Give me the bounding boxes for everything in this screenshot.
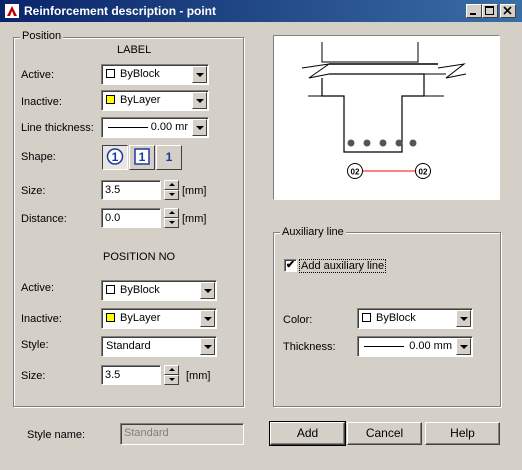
posno-active-value: ByBlock xyxy=(120,284,160,296)
style-name-input: Standard xyxy=(120,423,244,445)
rebar-dots xyxy=(347,139,417,147)
chevron-down-icon[interactable] xyxy=(456,338,471,355)
add-auxiliary-checkbox[interactable]: ✔ xyxy=(284,259,297,272)
add-auxiliary-label[interactable]: Add auxiliary line xyxy=(298,259,387,273)
line-thickness-value: 0.00 mr xyxy=(150,121,188,133)
style-value: Standard xyxy=(106,340,151,352)
aux-thickness-label: Thickness: xyxy=(283,341,336,353)
shape-option-0: 1 xyxy=(112,150,119,164)
circled-number-icon: 1 xyxy=(106,148,124,165)
posno-active-label: Active: xyxy=(21,282,55,294)
distance-spinner[interactable] xyxy=(164,208,179,228)
auxiliary-legend: Auxiliary line xyxy=(280,226,346,238)
line-sample xyxy=(364,346,404,347)
window-title: Reinforcement description - point xyxy=(24,4,217,18)
spin-up-icon[interactable] xyxy=(164,365,179,375)
chevron-down-icon[interactable] xyxy=(200,310,215,327)
chevron-down-icon[interactable] xyxy=(192,119,207,136)
add-button[interactable]: Add xyxy=(269,421,346,446)
cancel-button[interactable]: Cancel xyxy=(347,422,422,445)
inactive-label: Inactive: xyxy=(21,96,62,108)
aux-color-label: Color: xyxy=(283,314,313,326)
spin-down-icon[interactable] xyxy=(164,190,179,200)
shape-option-2: 1 xyxy=(166,150,173,164)
label-header: LABEL xyxy=(117,44,152,56)
distance-unit: [mm] xyxy=(182,213,207,225)
position-no-header: POSITION NO xyxy=(103,251,176,263)
distance-input[interactable]: 0.0 xyxy=(101,208,161,228)
aux-color-select[interactable]: ByBlock xyxy=(357,308,473,329)
posno-size-unit: [mm] xyxy=(186,370,211,382)
size-label: Size: xyxy=(21,185,46,197)
shape-label: Shape: xyxy=(21,151,56,163)
style-select[interactable]: Standard xyxy=(101,336,217,357)
shape-circle-button[interactable]: 1 xyxy=(102,145,128,170)
posno-inactive-select[interactable]: ByLayer xyxy=(101,308,217,329)
boxed-number-icon: 1 xyxy=(134,148,150,165)
line-thickness-label: Line thickness: xyxy=(21,122,94,134)
chevron-down-icon[interactable] xyxy=(192,66,207,83)
posno-active-select[interactable]: ByBlock xyxy=(101,280,217,301)
close-button[interactable] xyxy=(500,4,516,18)
posno-inactive-label: Inactive: xyxy=(21,313,62,325)
chevron-down-icon[interactable] xyxy=(200,282,215,299)
active-value: ByBlock xyxy=(120,68,160,80)
aux-thickness-select[interactable]: 0.00 mm xyxy=(357,336,473,357)
maximize-icon xyxy=(485,6,494,15)
chevron-down-icon[interactable] xyxy=(192,92,207,109)
color-swatch xyxy=(106,69,115,78)
aux-thickness-value: 0.00 mm xyxy=(409,340,452,352)
active-color-select[interactable]: ByBlock xyxy=(101,64,209,85)
active-label: Active: xyxy=(21,69,55,81)
title-bar: Reinforcement description - point xyxy=(0,0,522,22)
shape-box-button[interactable]: 1 xyxy=(129,145,155,170)
position-legend: Position xyxy=(20,30,64,42)
posno-size-input[interactable]: 3.5 xyxy=(101,365,161,385)
maximize-button[interactable] xyxy=(482,4,498,18)
aux-color-value: ByBlock xyxy=(376,312,416,324)
style-label: Style: xyxy=(21,339,49,351)
spin-down-icon[interactable] xyxy=(164,375,179,385)
chevron-down-icon[interactable] xyxy=(456,310,471,327)
color-swatch xyxy=(106,313,115,322)
beam-section-diagram: 02 02 xyxy=(301,42,467,179)
style-name-label: Style name: xyxy=(27,429,86,441)
marker-left: 02 xyxy=(351,168,360,177)
posno-size-spinner[interactable] xyxy=(164,365,179,385)
plain-number-icon: 1 xyxy=(166,150,173,164)
app-icon xyxy=(5,4,19,18)
inactive-value: ByLayer xyxy=(120,94,161,106)
distance-label: Distance: xyxy=(21,213,67,225)
color-swatch xyxy=(106,285,115,294)
help-button[interactable]: Help xyxy=(425,422,500,445)
inactive-color-select[interactable]: ByLayer xyxy=(101,90,209,111)
size-spinner[interactable] xyxy=(164,180,179,200)
close-icon xyxy=(503,6,512,15)
posno-inactive-value: ByLayer xyxy=(120,312,161,324)
chevron-down-icon[interactable] xyxy=(200,338,215,355)
color-swatch xyxy=(106,95,115,104)
line-sample xyxy=(108,127,148,128)
posno-size-label: Size: xyxy=(21,370,46,382)
size-input[interactable]: 3.5 xyxy=(101,180,161,200)
minimize-button[interactable] xyxy=(466,4,482,18)
spin-up-icon[interactable] xyxy=(164,180,179,190)
color-swatch xyxy=(362,313,371,322)
spin-up-icon[interactable] xyxy=(164,208,179,218)
marker-right: 02 xyxy=(419,168,428,177)
minimize-icon xyxy=(470,13,476,15)
size-unit: [mm] xyxy=(182,185,207,197)
line-thickness-select[interactable]: 0.00 mr xyxy=(101,117,209,138)
shape-option-1: 1 xyxy=(139,150,146,164)
preview-panel: 02 02 xyxy=(273,35,500,200)
spin-down-icon[interactable] xyxy=(164,218,179,228)
shape-plain-button[interactable]: 1 xyxy=(156,145,182,170)
